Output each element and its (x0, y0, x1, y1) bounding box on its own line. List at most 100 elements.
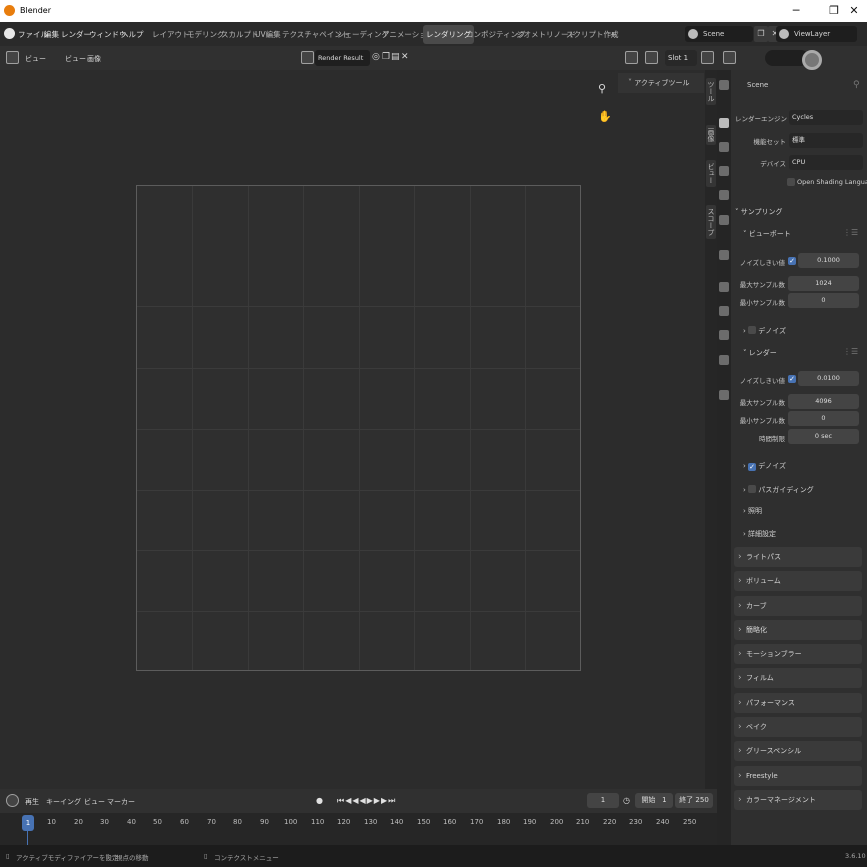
advanced-subpanel[interactable]: › 詳細設定 (743, 529, 776, 539)
vp-min-samples-field[interactable]: 0 (788, 293, 859, 308)
close-button[interactable]: ✕ (846, 3, 862, 19)
playhead[interactable] (27, 831, 28, 845)
scene-properties-tab[interactable] (719, 190, 729, 200)
menu-marker[interactable]: マーカー (107, 797, 135, 807)
menu-playback[interactable]: 再生 (25, 797, 39, 807)
r-max-samples-field[interactable]: 4096 (788, 394, 859, 409)
menu-edit[interactable]: 編集 (44, 29, 59, 40)
record-icon[interactable]: ● (316, 796, 324, 805)
menu-timeline-view[interactable]: ビュー (84, 797, 105, 807)
panel-volumes[interactable]: ボリューム (734, 571, 862, 591)
sampling-panel[interactable]: ˅ サンプリング (735, 207, 783, 217)
r-noise-threshold-checkbox[interactable]: ✓ (788, 375, 796, 383)
playback-controls[interactable]: ⏮◀◀◀▶▶▶⏭ (337, 796, 396, 806)
render-result-canvas[interactable] (136, 185, 581, 671)
tab-image[interactable]: 画像 (706, 125, 716, 145)
view-layer-selector[interactable]: ViewLayer (776, 26, 857, 42)
tab-view[interactable]: ビュー (706, 160, 716, 187)
new-image-icon[interactable]: ❐ (382, 52, 390, 62)
r-denoise-checkbox[interactable]: ✓ (748, 463, 757, 471)
panel-simplify[interactable]: 簡略化 (734, 620, 862, 640)
menu-image[interactable]: 画像 (87, 54, 101, 64)
lights-subpanel[interactable]: › 照明 (743, 506, 762, 516)
pin-icon[interactable]: ⚲ (853, 80, 860, 90)
path-guiding-checkbox[interactable] (748, 485, 757, 493)
tab-scopes[interactable]: スコープ (706, 205, 716, 239)
open-image-icon[interactable]: ▤ (391, 52, 400, 62)
active-tool-panel[interactable]: ˅ アクティブツール (618, 73, 704, 93)
path-guiding-subpanel[interactable]: › パスガイディング (743, 484, 814, 495)
view-mode-dropdown[interactable]: ビュー (25, 54, 46, 64)
vp-denoise-checkbox[interactable] (748, 326, 757, 334)
view-layer-properties-tab[interactable] (719, 166, 729, 176)
render-slot-dropdown[interactable]: Slot 1 (665, 50, 697, 66)
world-properties-tab[interactable] (719, 215, 729, 225)
image-viewport[interactable]: ⚲ ✋ ˅ アクティブツール (0, 70, 705, 789)
panel-performance[interactable]: パフォーマンス (734, 693, 862, 713)
add-workspace-button[interactable]: + (607, 25, 619, 44)
vp-max-samples-field[interactable]: 1024 (788, 276, 859, 291)
object-properties-tab[interactable] (719, 282, 729, 292)
menu-view[interactable]: ビュー (65, 54, 86, 64)
panel-grease-pencil[interactable]: グリースペンシル (734, 741, 862, 761)
panel-bake[interactable]: ベイク (734, 717, 862, 737)
render-engine-dropdown[interactable]: Cycles (789, 110, 863, 125)
render-subpanel[interactable]: ˅ レンダー (743, 348, 777, 358)
unlink-image-icon[interactable]: ✕ (401, 52, 409, 62)
physics-properties-tab[interactable] (719, 330, 729, 340)
image-browse-icon[interactable] (301, 51, 314, 64)
render-properties-tab[interactable] (719, 118, 729, 128)
image-name-field[interactable]: Render Result (315, 50, 370, 66)
new-scene-button[interactable]: ❐ (754, 26, 768, 42)
zoom-icon[interactable]: ⚲ (598, 82, 606, 95)
current-frame-field[interactable]: 1 (587, 793, 619, 808)
blender-menu-icon[interactable] (4, 28, 15, 39)
timeline-editor-icon[interactable] (6, 794, 19, 807)
list-icon[interactable]: ⋮☰ (843, 347, 858, 356)
collection-properties-tab[interactable] (719, 250, 729, 260)
tab-tool[interactable]: ツール (706, 78, 716, 105)
timeline-ruler[interactable]: 1 10 20 30 40 50 60 70 80 90 100 110 120… (0, 813, 717, 845)
channels-display-icon[interactable] (701, 51, 714, 64)
overlay-icon[interactable] (645, 51, 658, 64)
fake-user-icon[interactable]: ◎ (372, 52, 380, 62)
scene-selector[interactable]: Scene (685, 26, 753, 42)
end-frame-field[interactable]: 終了 250 (675, 793, 713, 808)
feature-set-dropdown[interactable]: 標準 (789, 133, 863, 148)
constraint-properties-tab[interactable] (719, 355, 729, 365)
start-frame-field[interactable]: 開始 1 (635, 793, 673, 808)
display-channels-icon[interactable] (625, 51, 638, 64)
current-frame-indicator[interactable]: 1 (22, 815, 34, 831)
menu-render[interactable]: レンダー (61, 29, 91, 40)
vp-noise-threshold-field[interactable]: 0.1000 (798, 253, 859, 268)
menu-keying[interactable]: キーイング (46, 797, 81, 807)
properties-editor-icon[interactable] (723, 51, 736, 64)
tool-properties-tab[interactable] (719, 80, 729, 90)
r-noise-threshold-field[interactable]: 0.0100 (798, 371, 859, 386)
osl-checkbox[interactable] (787, 178, 795, 186)
output-properties-tab[interactable] (719, 142, 729, 152)
panel-motion-blur[interactable]: モーションブラー (734, 644, 862, 664)
vp-noise-threshold-checkbox[interactable]: ✓ (788, 257, 796, 265)
r-min-samples-field[interactable]: 0 (788, 411, 859, 426)
panel-freestyle[interactable]: Freestyle (734, 766, 862, 786)
panel-light-paths[interactable]: ライトパス (734, 547, 862, 567)
panel-film[interactable]: フィルム (734, 668, 862, 688)
menu-help[interactable]: ヘルプ (121, 29, 144, 40)
time-limit-field[interactable]: 0 sec (788, 429, 859, 444)
list-icon[interactable]: ⋮☰ (843, 228, 858, 237)
modifier-properties-tab[interactable] (719, 306, 729, 316)
viewport-subpanel[interactable]: ˅ ビューポート (743, 229, 791, 239)
r-denoise-subpanel[interactable]: › ✓ デノイズ (743, 461, 786, 471)
panel-curves[interactable]: カーブ (734, 596, 862, 616)
minimize-button[interactable]: ─ (788, 3, 804, 19)
panel-color-management[interactable]: カラーマネージメント (734, 790, 862, 810)
texture-properties-tab[interactable] (719, 390, 729, 400)
clock-icon[interactable]: ◷ (623, 796, 630, 805)
vp-denoise-subpanel[interactable]: › デノイズ (743, 325, 786, 336)
pan-hand-icon[interactable]: ✋ (598, 110, 612, 123)
maximize-button[interactable]: ❐ (826, 3, 842, 19)
path-guiding-title: パスガイディング (758, 486, 814, 494)
editor-type-icon[interactable] (6, 51, 19, 64)
device-dropdown[interactable]: CPU (789, 155, 863, 170)
